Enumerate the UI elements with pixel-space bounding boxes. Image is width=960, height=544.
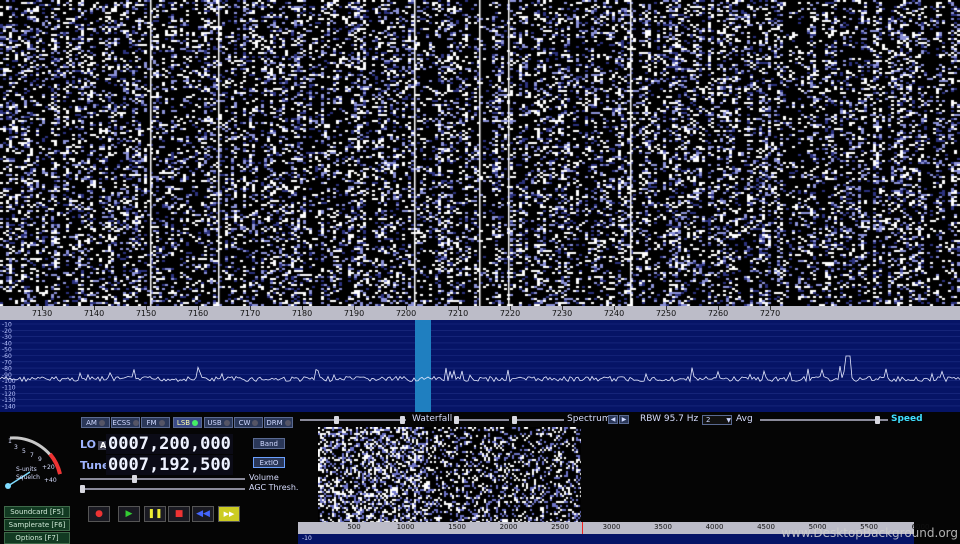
audio-waterfall[interactable]: [318, 427, 581, 522]
spectrum-trace: [0, 355, 960, 383]
mode-indicator-icon: [192, 419, 199, 426]
spectrum-display[interactable]: -10-20-30-40-50-60-70-80-90-100-110-120-…: [0, 320, 960, 412]
spectrum-label: Spectrum: [567, 414, 611, 424]
mode-button-ecss[interactable]: ECSS: [111, 417, 140, 428]
audio-tick-label: 1500: [448, 523, 466, 531]
s-scale-5: 5: [22, 448, 26, 455]
s-scale-7: 7: [30, 452, 34, 459]
avg-label: Avg: [736, 414, 753, 424]
mode-indicator-icon: [252, 419, 259, 426]
audio-tick-label: 4000: [705, 523, 724, 531]
record-button[interactable]: ●: [88, 506, 110, 522]
stop-button[interactable]: ■: [168, 506, 190, 522]
avg-select[interactable]: 2 ▼: [702, 415, 732, 425]
mode-label: CW: [238, 418, 251, 427]
freq-tick-label: 7160: [187, 309, 209, 318]
squelch-label: Squelch: [16, 474, 40, 481]
freq-tick-label: 7250: [655, 309, 677, 318]
audio-tick-label: 3500: [654, 523, 672, 531]
freq-tick-label: 7220: [499, 309, 521, 318]
soundcard-button[interactable]: Soundcard [F5]: [4, 506, 70, 518]
mode-indicator-icon: [223, 419, 230, 426]
speed-label: Speed: [891, 414, 923, 424]
mode-label: USB: [207, 418, 222, 427]
volume-slider[interactable]: [80, 475, 245, 483]
avg-value: 2: [706, 416, 711, 424]
freq-tick-label: 7150: [135, 309, 157, 318]
lo-label: LO A: [80, 437, 109, 451]
s-scale-3: 3: [14, 444, 18, 451]
mode-indicator-icon: [98, 419, 105, 426]
spectrum-next-arrow-icon[interactable]: ▶: [619, 415, 629, 424]
s-scale-1: 1: [8, 438, 12, 445]
freq-tick-label: 7260: [707, 309, 729, 318]
s-scale-9: 9: [38, 456, 42, 463]
audio-tick-label: 4500: [757, 523, 775, 531]
waterfall-display[interactable]: [0, 0, 960, 306]
freq-tick-label: 7180: [291, 309, 313, 318]
freq-tick-label: 7230: [551, 309, 573, 318]
forward-button[interactable]: ▶▶: [218, 506, 240, 522]
watermark-text: www.DesktopBackground.org: [781, 526, 958, 540]
mode-button-cw[interactable]: CW: [234, 417, 263, 428]
freq-tick-label: 7270: [759, 309, 781, 318]
extio-button[interactable]: ExtIO: [253, 457, 285, 468]
s-scale-20: +20: [42, 464, 55, 471]
freq-tick-label: 7240: [603, 309, 625, 318]
waterfall-slider-3[interactable]: [454, 416, 509, 424]
mode-label: ECSS: [112, 418, 131, 427]
spectrum-prev-arrow-icon[interactable]: ◀: [608, 415, 618, 424]
play-button[interactable]: ▶: [118, 506, 140, 522]
mode-button-am[interactable]: AM: [81, 417, 110, 428]
chevron-down-icon: ▼: [726, 416, 731, 424]
audio-tick-label: 3000: [602, 523, 621, 531]
speed-slider[interactable]: [760, 416, 888, 424]
rbw-label: RBW 95.7 Hz: [640, 414, 699, 424]
lo-frequency[interactable]: LO A 0007,200,000: [80, 434, 233, 454]
waterfall-label: Waterfall: [412, 414, 453, 424]
freq-tick-label: 7210: [447, 309, 469, 318]
options-button[interactable]: Options [F7]: [4, 532, 70, 544]
mode-button-fm[interactable]: FM: [141, 417, 170, 428]
waterfall-slider-2[interactable]: [358, 416, 406, 424]
mode-indicator-icon: [132, 419, 139, 426]
lo-value[interactable]: 0007,200,000: [106, 434, 233, 454]
agc-slider[interactable]: [80, 485, 245, 493]
agc-label: AGC Thresh.: [249, 483, 299, 492]
audio-tick-label: 500: [347, 523, 361, 531]
rewind-button[interactable]: ◀◀: [192, 506, 214, 522]
s-scale-40: +40: [44, 477, 57, 484]
freq-tick-label: 7190: [343, 309, 365, 318]
audio-tick-label: 1000: [396, 523, 415, 531]
mode-button-drm[interactable]: DRM: [264, 417, 293, 428]
mode-label: DRM: [266, 418, 283, 427]
mode-label: LSB: [176, 418, 191, 427]
freq-tick-label: 7140: [83, 309, 105, 318]
mode-label: FM: [146, 418, 157, 427]
audio-db-label: -10: [302, 535, 312, 542]
mode-button-usb[interactable]: USB: [204, 417, 233, 428]
tuned-passband[interactable]: [415, 320, 431, 412]
volume-label: Volume: [249, 473, 279, 482]
mode-button-lsb[interactable]: LSB: [173, 417, 202, 428]
pause-button[interactable]: ❚❚: [144, 506, 166, 522]
mode-indicator-icon: [284, 419, 291, 426]
freq-tick-label: 7170: [239, 309, 261, 318]
spectrum-db-label: -140: [2, 403, 16, 410]
freq-tick-label: 7200: [395, 309, 417, 318]
samplerate-button[interactable]: Samplerate [F6]: [4, 519, 70, 531]
band-button[interactable]: Band: [253, 438, 285, 449]
tune-label: Tune: [80, 458, 110, 472]
spectrum-slider[interactable]: [512, 416, 564, 424]
audio-tick-label: 2000: [499, 523, 518, 531]
audio-tick-label: 2500: [551, 523, 569, 531]
tune-value[interactable]: 0007,192,500: [106, 455, 233, 475]
frequency-scale[interactable]: 7130 7140 7150 7160 7170 7180 7190 7200 7210 7220…: [0, 306, 960, 320]
freq-tick-label: 7130: [31, 309, 53, 318]
tune-frequency[interactable]: Tune 0007,192,500: [80, 455, 233, 475]
mode-label: AM: [86, 418, 97, 427]
s-meter-label: S-units: [16, 466, 37, 473]
mode-indicator-icon: [158, 419, 165, 426]
